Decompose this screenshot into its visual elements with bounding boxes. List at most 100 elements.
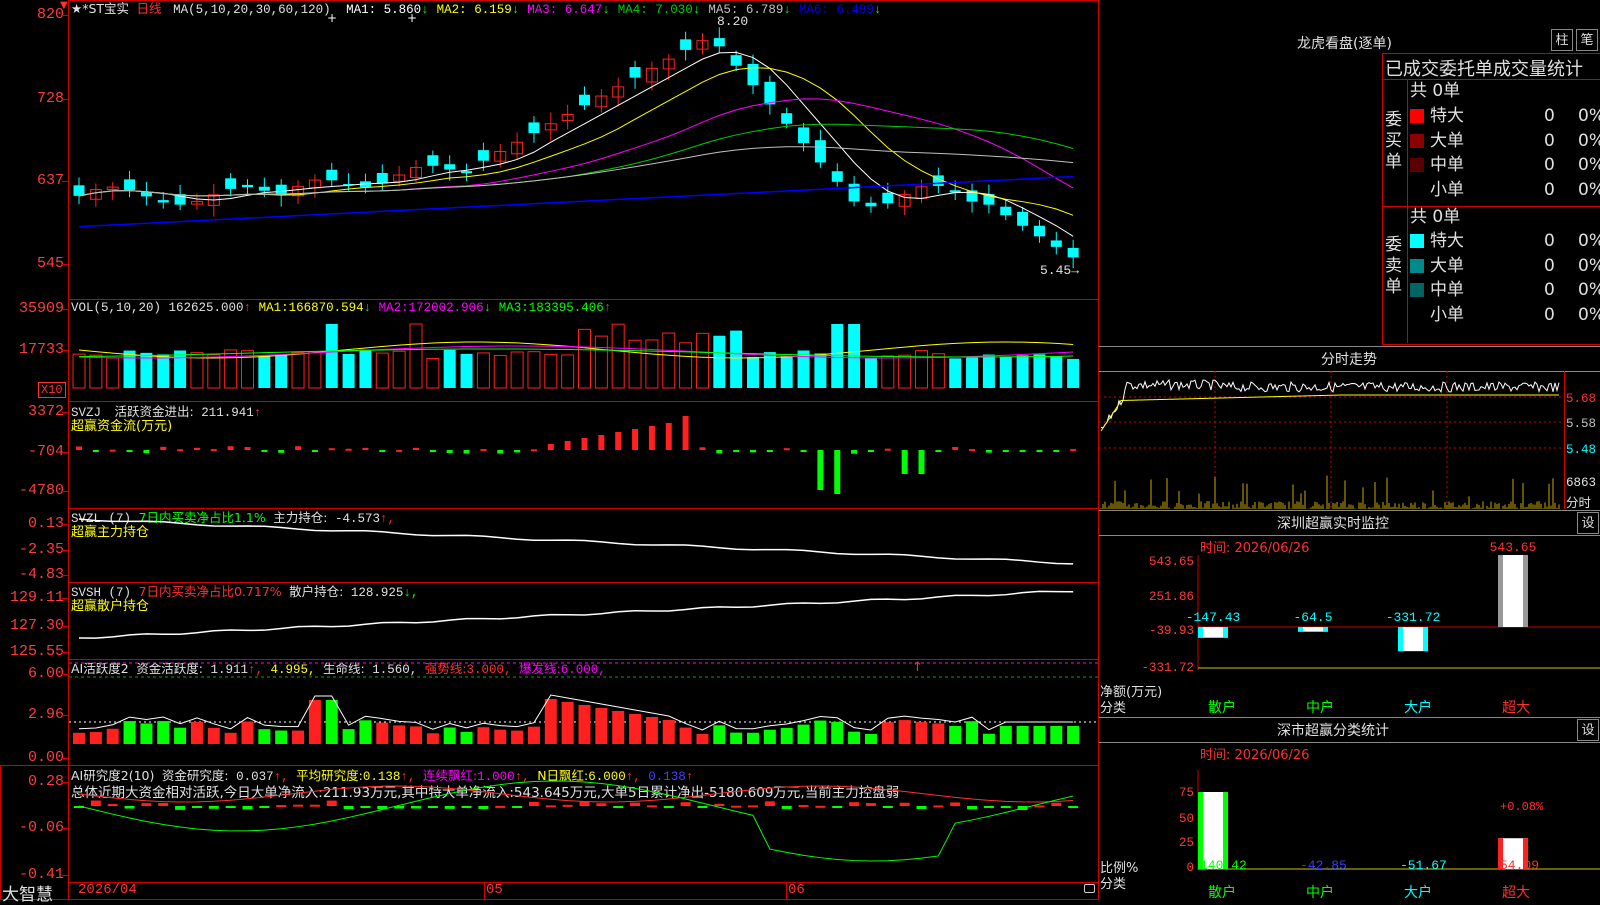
- ai1-bar: [190, 721, 203, 744]
- kline-candle-down: [1033, 225, 1045, 237]
- kline-chart[interactable]: + +: [69, 0, 1099, 300]
- ai1-bar: [527, 726, 540, 744]
- level-pct: 0%: [1578, 255, 1600, 276]
- svsh-chart[interactable]: [69, 583, 1099, 659]
- monitor-category-label: 散户: [1208, 700, 1236, 716]
- volume-bar-down: [443, 349, 456, 388]
- volume-chart[interactable]: [69, 300, 1099, 401]
- monitor-value-label: -147.43: [1186, 610, 1241, 625]
- ai2-bar: [798, 805, 809, 808]
- monitor-category-label: 中户: [1306, 700, 1334, 716]
- ai1-bar: [123, 721, 136, 744]
- ai2-bar: [276, 805, 287, 808]
- svzl-chart[interactable]: [69, 509, 1099, 582]
- y-tick-mark: [62, 674, 68, 675]
- level-swatch-icon: [1410, 109, 1424, 123]
- kline-candle-down: [477, 150, 489, 161]
- level-name: 中单: [1430, 155, 1464, 175]
- volume-bar-down: [325, 324, 338, 388]
- ai2-bar: [461, 806, 472, 808]
- svzj-bar: [396, 449, 403, 452]
- ai1-bar: [713, 725, 726, 744]
- pen-mode-button[interactable]: 笔: [1576, 29, 1598, 51]
- svzj-bar: [985, 450, 992, 453]
- monitor-value-label: -64.5: [1293, 610, 1332, 625]
- level-name: 小单: [1430, 179, 1464, 200]
- ai1-bar: [696, 733, 709, 744]
- intraday-avg-line: [1100, 394, 1559, 432]
- ai1-bar: [460, 731, 473, 744]
- y-tick-label: 3372: [27, 403, 64, 420]
- monitor-value-label: -331.72: [1386, 610, 1441, 625]
- kline-candle-down: [798, 127, 810, 144]
- level-pct: 0%: [1578, 280, 1600, 300]
- ai2-bar: [225, 806, 236, 808]
- class-category-label: 散户: [1208, 885, 1236, 901]
- ai2-bar: [680, 802, 691, 806]
- ai1-bar: [780, 727, 793, 744]
- intraday-vol-max: 6863: [1566, 476, 1597, 490]
- ai-activity-chart[interactable]: [69, 660, 1099, 765]
- ai1-bar: [898, 720, 911, 744]
- class-chart[interactable]: [1197, 770, 1600, 900]
- kline-candle-down: [258, 186, 270, 191]
- y-tick-label: 0.00: [27, 749, 64, 766]
- volume-bar-up: [510, 351, 524, 389]
- class-category-label: 大户: [1404, 885, 1432, 901]
- ai2-bar: [208, 806, 219, 809]
- ai2-bar: [259, 806, 270, 808]
- ai1-bar: [747, 732, 759, 744]
- lock-icon[interactable]: [1084, 884, 1095, 893]
- svzj-chart[interactable]: [69, 402, 1099, 508]
- y-tick-label: 17733: [18, 341, 64, 358]
- svzj-bar: [564, 441, 571, 450]
- y-tick-label: -4780: [18, 482, 64, 499]
- intraday-vol-unit: 分时: [1566, 497, 1592, 511]
- ai1-bar: [157, 721, 170, 744]
- ai2-bar: [411, 806, 421, 809]
- ai2-green-line: [78, 780, 1074, 862]
- intraday-chart[interactable]: [1099, 371, 1564, 509]
- ai-research-chart[interactable]: [69, 766, 1099, 884]
- y-tick-label: 820: [36, 6, 64, 23]
- ai2-bar: [528, 801, 539, 806]
- bar-mode-button[interactable]: 柱: [1551, 29, 1573, 51]
- volume-bar-up: [527, 351, 541, 389]
- y-tick-mark: [62, 452, 68, 453]
- y-tick-label: 543.65: [1148, 555, 1194, 569]
- kline-candle-down: [444, 164, 456, 170]
- sz-settings-button[interactable]: 设: [1577, 512, 1599, 534]
- ai1-bar: [308, 700, 321, 744]
- monitor-bar: [1398, 627, 1428, 652]
- volume-bar-up: [106, 357, 120, 389]
- ai2-bar: [427, 806, 438, 808]
- class-value-label: -42.85: [1300, 858, 1347, 873]
- y-tick-mark: [62, 782, 68, 783]
- svzj-bar: [969, 449, 976, 452]
- level-pct: 0%: [1578, 179, 1600, 200]
- volume-unit: X10: [38, 382, 66, 398]
- y-tick-mark: [62, 491, 68, 492]
- kline-candle-down: [781, 113, 793, 124]
- sc-settings-button[interactable]: 设: [1577, 719, 1599, 741]
- ai2-bar: [107, 804, 118, 807]
- ai1-bar: [258, 729, 271, 744]
- kline-candle-down: [225, 178, 237, 189]
- svzj-bar: [362, 447, 369, 450]
- volume-bar-down: [1033, 354, 1046, 388]
- kline-candle-down: [831, 171, 843, 182]
- svzj-bar: [261, 450, 268, 452]
- volume-bar-down: [460, 353, 473, 388]
- volume-bar-up: [476, 352, 490, 389]
- volume-bar-down: [1067, 358, 1080, 388]
- kline-candle-down: [865, 202, 877, 207]
- y-tick-label: -331.72: [1141, 661, 1194, 675]
- ai1-bar: [477, 727, 490, 744]
- y-tick-mark: [62, 828, 68, 829]
- ai2-bar: [630, 802, 641, 806]
- svzj-bar: [918, 450, 925, 474]
- ai2-bar: [646, 805, 657, 808]
- monitor-chart[interactable]: -147.43 -64.5 -331.72 543.65: [1186, 540, 1600, 715]
- kline-candle-down: [848, 183, 860, 202]
- ai1-bar: [207, 727, 220, 744]
